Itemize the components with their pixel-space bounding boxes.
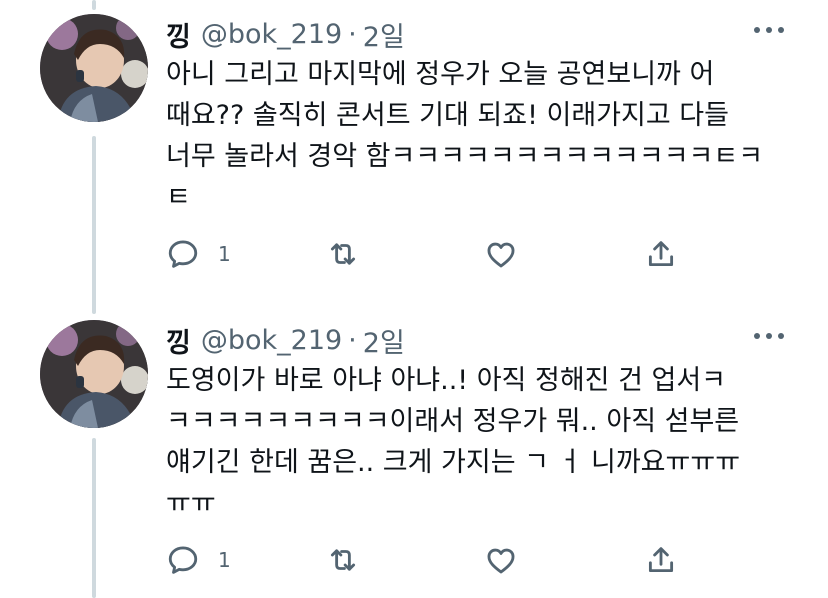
tweet-text-line: ㅌ	[166, 182, 191, 213]
tweet-text-line: ㅠㅠ	[166, 488, 216, 519]
timestamp[interactable]: 2일	[363, 15, 405, 54]
like-icon	[487, 242, 515, 268]
tweet-actions: 1	[166, 236, 696, 272]
avatar[interactable]	[40, 14, 148, 122]
more-dot	[766, 333, 772, 339]
avatar-image	[40, 14, 148, 122]
share-icon	[648, 241, 674, 267]
reply-count: 1	[218, 548, 231, 572]
more-dot	[754, 27, 760, 33]
like-button[interactable]	[484, 542, 518, 578]
retweet-button[interactable]	[326, 236, 360, 272]
separator-dot: ·	[348, 18, 357, 50]
tweet-text-line: 때요?? 솔직히 콘서트 기대 되죠! 이래가지고 다들	[166, 100, 729, 131]
reply-icon	[168, 546, 198, 574]
tweet[interactable]: 낑 @bok_219 · 2일 아니 그리고 마지막에 정우가 오늘 공연보니까…	[0, 14, 828, 304]
more-options-icon[interactable]	[754, 20, 784, 40]
thread-line-top	[92, 0, 96, 10]
user-handle[interactable]: @bok_219	[201, 19, 342, 50]
timestamp[interactable]: 2일	[363, 321, 405, 360]
more-dot	[754, 333, 760, 339]
more-dot	[778, 27, 784, 33]
more-dot	[778, 333, 784, 339]
share-button[interactable]	[644, 236, 678, 272]
tweet-text-line: 아니 그리고 마지막에 정우가 오늘 공연보니까 어	[166, 59, 715, 90]
tweet-text-line: 너무 놀라서 경악 함ㅋㅋㅋㅋㅋㅋㅋㅋㅋㅋㅋㅋㅋㅌㅋ	[166, 141, 764, 172]
reply-icon	[168, 240, 198, 268]
separator-dot: ·	[348, 324, 357, 356]
tweet-header: 낑 @bok_219 · 2일	[166, 14, 405, 54]
like-icon	[487, 548, 515, 574]
tweet-text: 도영이가 바로 아냐 아냐..! 아직 정해진 건 업서ㅋ ㅋㅋㅋㅋㅋㅋㅋㅋㅋ이…	[166, 360, 806, 524]
share-button[interactable]	[644, 542, 678, 578]
tweet-text-line: ㅋㅋㅋㅋㅋㅋㅋㅋㅋ이래서 정우가 뭐.. 아직 섣부른	[166, 406, 740, 437]
avatar[interactable]	[40, 320, 148, 428]
more-options-icon[interactable]	[754, 326, 784, 346]
user-handle[interactable]: @bok_219	[201, 325, 342, 356]
tweet-header: 낑 @bok_219 · 2일	[166, 320, 405, 360]
retweet-icon	[330, 243, 356, 265]
retweet-button[interactable]	[326, 542, 360, 578]
tweet-text-line: 얘기긴 한데 꿈은.. 크게 가지는 ㄱ ㅓ 니까요ㅠㅠㅠ	[166, 447, 741, 478]
reply-button[interactable]: 1	[166, 236, 231, 272]
retweet-icon	[330, 549, 356, 571]
display-name[interactable]: 낑	[166, 15, 191, 54]
share-icon	[648, 547, 674, 573]
tweet[interactable]: 낑 @bok_219 · 2일 도영이가 바로 아냐 아냐..! 아직 정해진 …	[0, 320, 828, 598]
reply-button[interactable]: 1	[166, 542, 231, 578]
display-name[interactable]: 낑	[166, 321, 191, 360]
avatar-image	[40, 320, 148, 428]
like-button[interactable]	[484, 236, 518, 272]
tweet-text-line: 도영이가 바로 아냐 아냐..! 아직 정해진 건 업서ㅋ	[166, 365, 727, 396]
tweet-actions: 1	[166, 542, 696, 578]
more-dot	[766, 27, 772, 33]
reply-count: 1	[218, 242, 231, 266]
tweet-text: 아니 그리고 마지막에 정우가 오늘 공연보니까 어 때요?? 솔직히 콘서트 …	[166, 54, 806, 218]
